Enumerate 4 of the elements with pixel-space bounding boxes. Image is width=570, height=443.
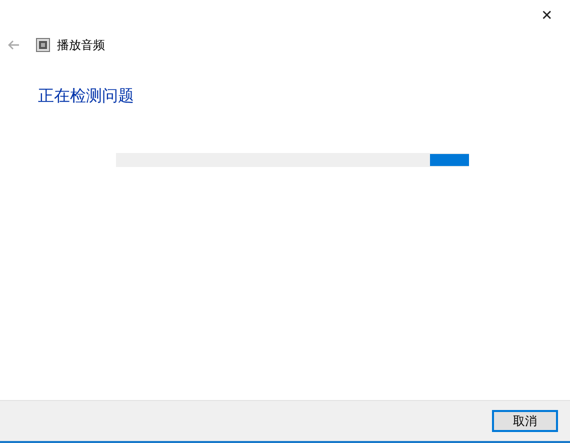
status-heading: 正在检测问题 bbox=[38, 86, 135, 107]
close-button[interactable]: ✕ bbox=[524, 0, 570, 30]
window-title: 播放音频 bbox=[57, 36, 105, 54]
cancel-button[interactable]: 取消 bbox=[492, 410, 558, 432]
